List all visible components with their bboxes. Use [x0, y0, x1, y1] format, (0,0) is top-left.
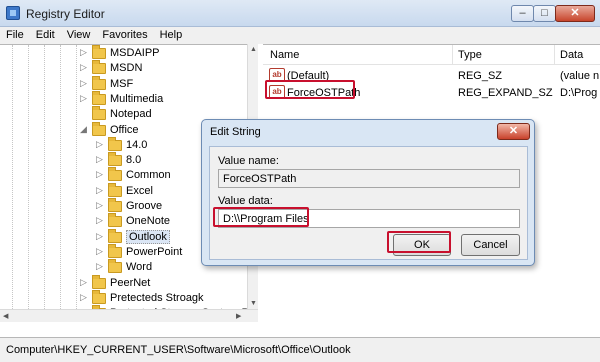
current-key-path: Computer\HKEY_CURRENT_USER\Software\Micr… — [6, 344, 351, 356]
expand-arrow-icon[interactable]: ▷ — [96, 169, 103, 180]
expand-arrow-icon[interactable]: ▷ — [96, 246, 103, 257]
folder-icon — [92, 274, 106, 289]
folder-icon — [108, 152, 122, 167]
folder-icon — [92, 45, 106, 59]
tree-item-label: MSDN — [110, 62, 143, 75]
expand-arrow-icon[interactable]: ▷ — [80, 62, 87, 73]
value-type: REG_EXPAND_SZ — [458, 87, 553, 99]
minimize-button[interactable]: – — [511, 5, 534, 22]
tree-item-label: Pretecteds Stroagk — [110, 291, 204, 304]
column-type-header[interactable]: Type — [458, 49, 482, 61]
menu-view[interactable]: View — [61, 27, 97, 41]
folder-icon — [108, 167, 122, 182]
folder-icon — [108, 243, 122, 258]
folder-icon — [108, 198, 122, 212]
menu-bar: File Edit View Favorites Help — [0, 27, 600, 44]
list-row[interactable]: ab (Default) REG_SZ (value n — [263, 67, 600, 84]
folder-icon — [92, 60, 106, 75]
close-button[interactable]: ✕ — [555, 5, 595, 22]
cancel-button[interactable]: Cancel — [461, 234, 520, 256]
registry-editor-icon — [6, 6, 20, 20]
expand-arrow-icon[interactable]: ▷ — [80, 47, 87, 58]
scroll-right-arrow-icon[interactable]: ▶ — [236, 312, 241, 320]
column-name-header[interactable]: Name — [270, 49, 299, 61]
column-separator[interactable] — [452, 45, 453, 65]
dialog-body: Value name: ForceOSTPath Value data: D:\… — [209, 146, 528, 260]
value-type: REG_SZ — [458, 70, 503, 82]
tree-item-label: Office — [110, 123, 139, 136]
folder-icon — [108, 228, 122, 243]
tree-item-label: Word — [126, 261, 153, 274]
list-header: Name Type Data — [263, 45, 600, 65]
maximize-button[interactable]: □ — [533, 5, 556, 22]
scroll-up-arrow-icon[interactable]: ▲ — [250, 46, 257, 53]
value-data: (value n — [560, 70, 600, 82]
edit-string-dialog: Edit String ✕ Value name: ForceOSTPath V… — [201, 119, 535, 266]
tree-item-label: 14.0 — [126, 138, 148, 151]
tree-item-label: 8.0 — [126, 154, 142, 167]
menu-file[interactable]: File — [0, 27, 30, 41]
string-value-icon: ab — [269, 68, 285, 82]
title-bar: Registry Editor – □ ✕ — [0, 0, 600, 27]
expand-arrow-icon[interactable]: ▷ — [80, 93, 87, 104]
expand-arrow-icon[interactable]: ▷ — [96, 200, 103, 211]
expand-arrow-icon[interactable]: ▷ — [80, 277, 87, 288]
expand-arrow-icon[interactable]: ▷ — [96, 185, 103, 196]
folder-icon — [108, 182, 122, 197]
scroll-left-arrow-icon[interactable]: ◀ — [3, 312, 8, 320]
dialog-close-button[interactable]: ✕ — [497, 123, 530, 140]
tree-item-label: PeerNet — [110, 276, 151, 289]
expand-arrow-icon[interactable]: ▷ — [80, 78, 87, 89]
value-name-label: Value name: — [218, 155, 279, 167]
menu-edit[interactable]: Edit — [30, 27, 61, 41]
tree-item-label: Outlook — [126, 229, 170, 244]
expand-arrow-icon[interactable]: ▷ — [96, 154, 103, 165]
folder-icon — [92, 90, 106, 105]
status-bar: Computer\HKEY_CURRENT_USER\Software\Micr… — [0, 337, 600, 362]
list-row[interactable]: ab ForceOSTPath REG_EXPAND_SZ D:\Prog — [263, 84, 600, 101]
tree-item-label: Groove — [126, 200, 163, 212]
folder-icon — [92, 289, 106, 304]
value-name-field: ForceOSTPath — [218, 169, 520, 188]
folder-icon — [108, 136, 122, 151]
menu-favorites[interactable]: Favorites — [96, 27, 153, 41]
tree-item-label: Multimedia — [110, 92, 164, 105]
expand-arrow-icon[interactable]: ▷ — [80, 292, 87, 303]
folder-icon — [92, 121, 106, 136]
expand-arrow-icon[interactable]: ▷ — [96, 139, 103, 150]
tree-item-label: Common — [126, 169, 171, 182]
string-value-icon: ab — [269, 85, 285, 99]
dialog-title: Edit String — [210, 126, 261, 138]
expand-arrow-icon[interactable]: ▷ — [96, 231, 103, 242]
tree-item-label: OneNote — [126, 215, 171, 228]
ok-button[interactable]: OK — [393, 234, 451, 256]
folder-icon — [92, 75, 106, 90]
tree-item-label: Notepad — [110, 108, 152, 121]
folder-icon — [92, 106, 106, 121]
tree-item-label: MSDAIPP — [110, 47, 160, 59]
window-title: Registry Editor — [26, 7, 105, 21]
folder-icon — [108, 213, 122, 228]
tree-horizontal-scrollbar[interactable]: ◀ ▶ — [0, 309, 258, 322]
tree-item-label: PowerPoint — [126, 245, 183, 258]
scroll-down-arrow-icon[interactable]: ▼ — [250, 300, 257, 307]
value-name: ForceOSTPath — [287, 87, 361, 99]
tree-item-label: MSF — [110, 77, 134, 90]
column-data-header[interactable]: Data — [560, 49, 583, 61]
expand-arrow-icon[interactable]: ▷ — [96, 261, 103, 272]
menu-help[interactable]: Help — [154, 27, 189, 41]
folder-icon — [108, 259, 122, 274]
value-data-label: Value data: — [218, 195, 273, 207]
column-separator[interactable] — [554, 45, 555, 65]
expand-arrow-icon[interactable]: ▷ — [96, 215, 103, 226]
value-data-input[interactable]: D:\\Program Files — [218, 209, 520, 228]
tree-item-label: Excel — [126, 184, 153, 197]
expand-arrow-icon[interactable]: ◢ — [80, 124, 87, 135]
value-data: D:\Prog — [560, 87, 598, 99]
value-name: (Default) — [287, 70, 330, 82]
